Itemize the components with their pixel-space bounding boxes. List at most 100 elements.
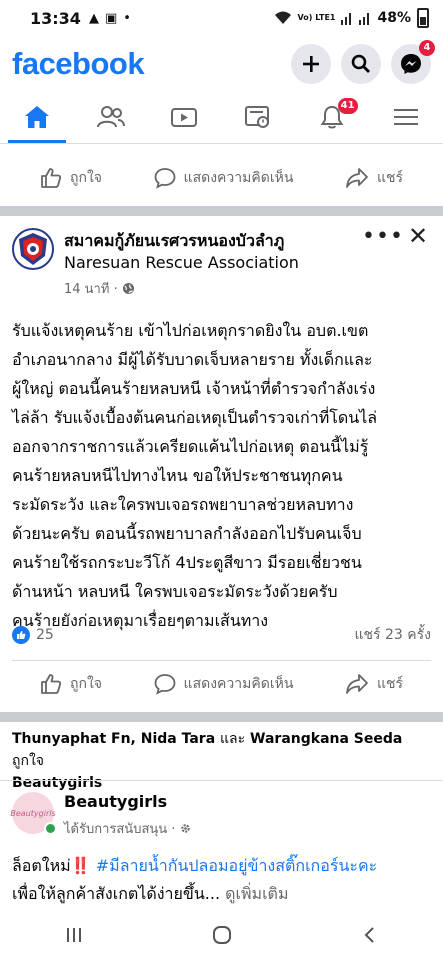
post-line: ผู้ใหญ่ ตอนนี้คนร้ายหลบหนี เจ้าหน้าที่ตำ… bbox=[12, 379, 376, 398]
like-reaction-icon[interactable] bbox=[12, 626, 30, 644]
share-label: แชร์ bbox=[376, 676, 403, 692]
post-line: ไล่ล้า รับแจ้งเบื้องต้นคนก่อเหตุเป็นตำรว… bbox=[12, 408, 378, 427]
messenger-button[interactable]: 4 bbox=[391, 40, 435, 84]
post-line: ระมัดระวัง และใครพบเจอรถพยาบาลช่วยหลบทาง bbox=[12, 495, 354, 514]
signal-icon-2 bbox=[359, 13, 370, 25]
post-line: อำเภอนากลาง มีผู้ได้รับบาดเจ็บหลายราย ทั… bbox=[12, 350, 373, 369]
share-icon bbox=[346, 168, 368, 188]
post-body: รับแจ้งเหตุคนร้าย เข้าไปก่อเหตุกราดยิงใน… bbox=[12, 316, 437, 635]
gallery-icon: ▣ bbox=[104, 10, 118, 26]
comment-icon bbox=[154, 168, 175, 189]
thumbs-up-icon bbox=[41, 168, 62, 188]
gear-icon[interactable] bbox=[179, 822, 192, 835]
ad-text-line2: เพื่อให้ลูกค้าสังเกตได้ง่ายขึ้น... bbox=[12, 884, 221, 903]
post-header: สมาคมกู้ภัยนเรศวรหนองบัวลำภู Naresuan Re… bbox=[0, 222, 443, 302]
facebook-logo[interactable]: facebook bbox=[12, 46, 145, 82]
feed-divider bbox=[0, 712, 443, 722]
tab-news[interactable] bbox=[221, 90, 295, 143]
post-line: รับแจ้งเหตุคนร้าย เข้าไปก่อเหตุกราดยิงใน… bbox=[12, 321, 369, 340]
tab-friends[interactable] bbox=[74, 90, 148, 143]
friends-icon bbox=[96, 105, 125, 127]
home-icon bbox=[24, 105, 49, 128]
more-options-icon[interactable]: ••• bbox=[362, 224, 404, 249]
network-type: Vo) LTE1 bbox=[297, 13, 336, 22]
ad-text-prefix: ล็อตใหม่ bbox=[12, 856, 71, 875]
bell-icon bbox=[321, 105, 344, 128]
globe-icon bbox=[122, 283, 134, 294]
main-nav: 41 bbox=[0, 90, 443, 144]
close-icon[interactable]: ✕ bbox=[408, 222, 428, 250]
tab-notifications[interactable] bbox=[295, 90, 369, 143]
post-author[interactable]: สมาคมกู้ภัยนเรศวรหนองบัวลำภู Naresuan Re… bbox=[64, 230, 344, 274]
battery-icon bbox=[417, 8, 429, 28]
ad-page-name[interactable]: Beautygirls bbox=[64, 792, 167, 811]
sponsored-label-row: ได้รับการสนับสนุน · bbox=[64, 818, 192, 839]
share-icon bbox=[346, 674, 368, 694]
signal-icon bbox=[341, 13, 352, 25]
post-actions: ถูกใจ แสดงความคิดเห็น แชร์ bbox=[0, 660, 443, 708]
status-bar: 13:34 ▲ ▣ • Vo) LTE1 48% bbox=[0, 0, 443, 36]
see-more-link[interactable]: ดูเพิ่มเติม bbox=[225, 884, 288, 903]
recent-apps-icon[interactable] bbox=[65, 926, 83, 944]
sponsored-label: ได้รับการสนับสนุน · bbox=[64, 822, 176, 837]
system-nav-bar bbox=[0, 910, 443, 960]
status-time: 13:34 bbox=[30, 8, 81, 28]
like-button[interactable]: ถูกใจ bbox=[40, 167, 102, 189]
reactions-bar: 25 แชร์ 23 ครั้ง bbox=[12, 624, 431, 646]
section-separator bbox=[0, 780, 443, 781]
and-word: และ bbox=[220, 731, 246, 747]
messenger-icon bbox=[401, 54, 421, 74]
comment-icon bbox=[154, 674, 175, 695]
share-button[interactable]: แชร์ bbox=[345, 673, 403, 695]
tab-menu[interactable] bbox=[369, 90, 443, 143]
like-button[interactable]: ถูกใจ bbox=[40, 673, 102, 695]
tab-home[interactable] bbox=[0, 90, 74, 143]
liked-word: ถูกใจ bbox=[12, 753, 44, 769]
plus-icon bbox=[303, 56, 319, 72]
like-label: ถูกใจ bbox=[70, 170, 102, 186]
wifi-icon bbox=[274, 11, 291, 24]
rescue-logo-icon bbox=[19, 233, 47, 265]
create-button[interactable] bbox=[291, 44, 331, 84]
post-line: ด้วยนะครับ ตอนนี้รถพยาบาลกำลังออกไปรับคน… bbox=[12, 524, 362, 543]
reaction-count[interactable]: 25 bbox=[36, 627, 54, 643]
thumbs-up-icon bbox=[41, 674, 62, 694]
news-feed-icon bbox=[245, 105, 270, 128]
comment-button[interactable]: แสดงความคิดเห็น bbox=[154, 673, 294, 695]
author-name-thai: สมาคมกู้ภัยนเรศวรหนองบัวลำภู bbox=[64, 231, 285, 250]
battery-percent: 48% bbox=[377, 10, 411, 26]
online-status-icon bbox=[44, 822, 57, 835]
share-count[interactable]: แชร์ 23 ครั้ง bbox=[355, 624, 431, 646]
prev-post-actions: ถูกใจ แสดงความคิดเห็น แชร์ bbox=[0, 154, 443, 202]
share-button[interactable]: แชร์ bbox=[345, 167, 403, 189]
comment-button[interactable]: แสดงความคิดเห็น bbox=[154, 167, 293, 189]
like-label: ถูกใจ bbox=[70, 676, 102, 692]
ad-avatar-text: Beautygirls bbox=[10, 808, 56, 818]
ad-hashtag[interactable]: #มีลายน้ำกันปลอมอยู่ข้างสติ๊กเกอร์นะคะ bbox=[96, 856, 378, 875]
post-line: คนร้ายหลบหนีไปทางไหน ขอให้ประชาชนทุกคน bbox=[12, 466, 343, 485]
feed-divider bbox=[0, 206, 443, 216]
video-icon bbox=[170, 107, 197, 127]
search-button[interactable] bbox=[341, 44, 381, 84]
app-header: facebook 4 bbox=[0, 38, 443, 90]
post-line: ออกจากราชการแล้วเครียดแค้นไปก่อเหตุ ตอนน… bbox=[12, 437, 369, 456]
back-icon[interactable] bbox=[361, 926, 379, 944]
post-meta: 14 นาที · bbox=[64, 278, 135, 299]
share-label: แชร์ bbox=[376, 170, 403, 186]
messenger-badge: 4 bbox=[419, 40, 435, 56]
comment-label: แสดงความคิดเห็น bbox=[183, 676, 294, 692]
author-name-english: Naresuan Rescue Association bbox=[64, 253, 299, 272]
warning-icon: ▲ bbox=[88, 10, 99, 26]
double-exclamation-icon: ‼️ bbox=[70, 856, 91, 875]
sponsored-post-header: Beautygirls Beautygirls ได้รับการสนับสนุ… bbox=[0, 786, 443, 842]
tab-watch[interactable]: 41 bbox=[148, 90, 358, 143]
post-time[interactable]: 14 นาที · bbox=[64, 278, 118, 299]
friend-name-last[interactable]: Warangkana Seeda bbox=[250, 731, 402, 747]
dot-icon: • bbox=[123, 10, 131, 26]
friend-names[interactable]: Thunyaphat Fn, Nida Tara bbox=[12, 731, 215, 747]
friends-liked-text: Thunyaphat Fn, Nida Tara และ Warangkana … bbox=[12, 728, 432, 794]
hamburger-icon bbox=[394, 108, 419, 125]
sponsored-post-body: ล็อตใหม่‼️ #มีลายน้ำกันปลอมอยู่ข้างสติ๊ก… bbox=[12, 852, 437, 908]
page-avatar[interactable] bbox=[12, 228, 54, 270]
home-button-icon[interactable] bbox=[212, 925, 232, 945]
